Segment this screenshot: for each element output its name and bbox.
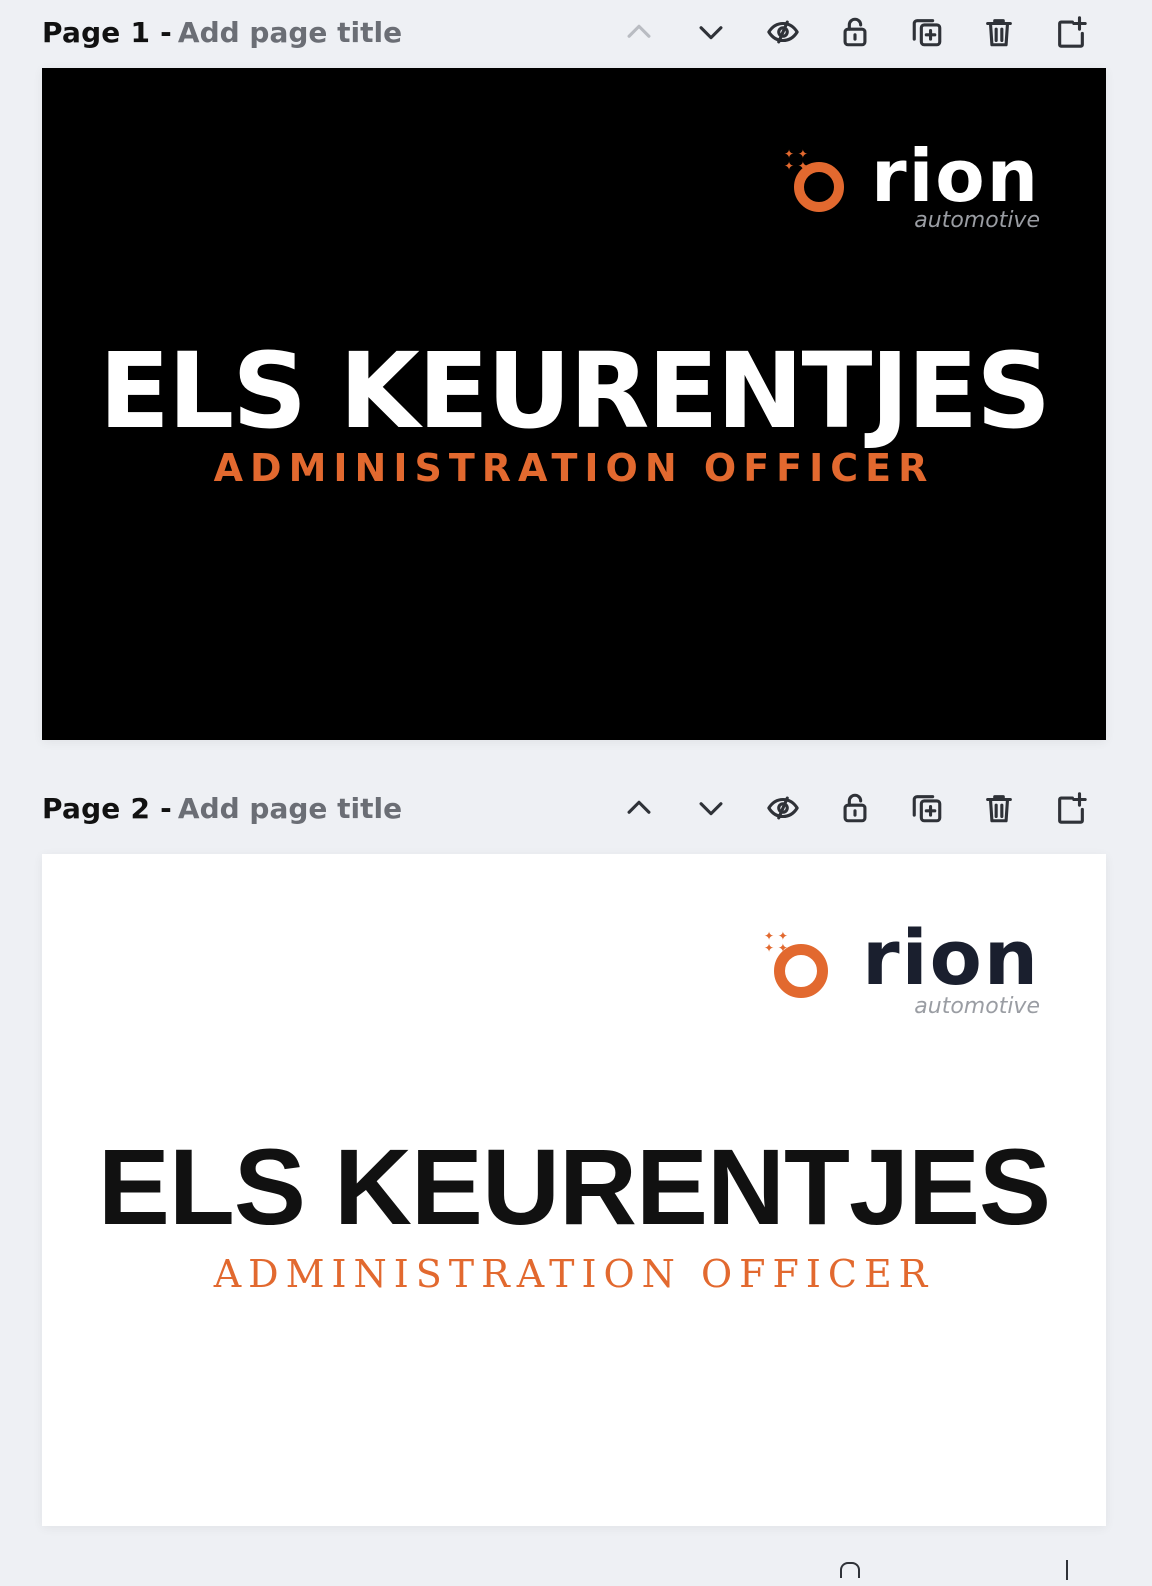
page-toolbar <box>590 10 1094 54</box>
lock-icon <box>843 17 867 47</box>
trash-icon <box>986 795 1012 823</box>
employee-name[interactable]: ELS KEURENTJES <box>42 330 1106 452</box>
move-page-down-button[interactable] <box>688 786 734 830</box>
add-page-icon <box>1058 792 1087 824</box>
add-page-icon <box>1066 1560 1068 1580</box>
employee-role[interactable]: ADMINISTRATION OFFICER <box>42 1252 1106 1296</box>
delete-page-button[interactable] <box>976 10 1022 54</box>
add-page-button[interactable] <box>1048 10 1094 54</box>
duplicate-page-button[interactable] <box>904 786 950 830</box>
lock-icon <box>840 1562 860 1578</box>
duplicate-page-icon <box>912 19 942 47</box>
logo-wordmark: orion <box>871 134 1040 218</box>
add-page-icon <box>1058 16 1087 48</box>
hide-page-button[interactable] <box>760 786 806 830</box>
move-page-up-button[interactable] <box>616 10 662 54</box>
hide-page-button[interactable] <box>760 10 806 54</box>
chevron-down-icon <box>699 802 723 816</box>
hide-eye-icon <box>767 796 799 820</box>
page-heading: Page 1 - Add page title <box>42 16 402 49</box>
page-toolbar <box>590 786 1094 830</box>
orion-logo[interactable]: ✦ ✦✦ ✦ orion automotive <box>780 134 1040 233</box>
duplicate-page-icon <box>912 795 942 823</box>
chevron-down-icon <box>699 26 723 40</box>
page-3-header-partial <box>0 1556 1152 1586</box>
page-1: Page 1 - Add page title ✦ ✦ ✦ ✦ rion aut… <box>0 0 1152 760</box>
page-header: Page 2 - Add page title <box>42 786 1094 830</box>
move-page-down-button[interactable] <box>688 10 734 54</box>
logo-subtext: automotive <box>914 208 1040 233</box>
move-page-up-button[interactable] <box>616 786 662 830</box>
lock-page-button[interactable] <box>832 786 878 830</box>
orion-logo[interactable]: ✦ ✦✦ ✦ orion automotive <box>760 916 1040 1020</box>
hide-eye-icon <box>767 20 799 44</box>
chevron-up-icon <box>627 24 651 38</box>
page-number-label: Page 2 - <box>42 791 172 825</box>
trash-icon <box>986 19 1012 47</box>
lock-icon <box>843 793 867 823</box>
page-title-input[interactable]: Add page title <box>178 792 402 825</box>
page-heading: Page 2 - Add page title <box>42 792 402 825</box>
page-2: Page 2 - Add page title ✦ ✦ ✦ ✦ rion aut… <box>0 786 1152 1546</box>
page-header: Page 1 - Add page title <box>42 10 1094 54</box>
page-canvas[interactable]: ✦ ✦✦ ✦ orion automotive ELS KEURENTJES A… <box>42 854 1106 1526</box>
employee-role[interactable]: ADMINISTRATION OFFICER <box>42 446 1106 490</box>
page-number-label: Page 1 - <box>42 15 172 49</box>
page-canvas[interactable]: ✦ ✦✦ ✦ orion automotive ELS KEURENTJES A… <box>42 68 1106 740</box>
employee-name[interactable]: ELS KEURENTJES <box>42 1124 1106 1249</box>
lock-page-button[interactable] <box>832 10 878 54</box>
logo-wordmark: orion <box>862 913 1040 1002</box>
add-page-button[interactable] <box>1048 786 1094 830</box>
logo-subtext: automotive <box>914 994 1040 1019</box>
duplicate-page-button[interactable] <box>904 10 950 54</box>
chevron-up-icon <box>627 800 651 814</box>
delete-page-button[interactable] <box>976 786 1022 830</box>
page-title-input[interactable]: Add page title <box>178 16 402 49</box>
